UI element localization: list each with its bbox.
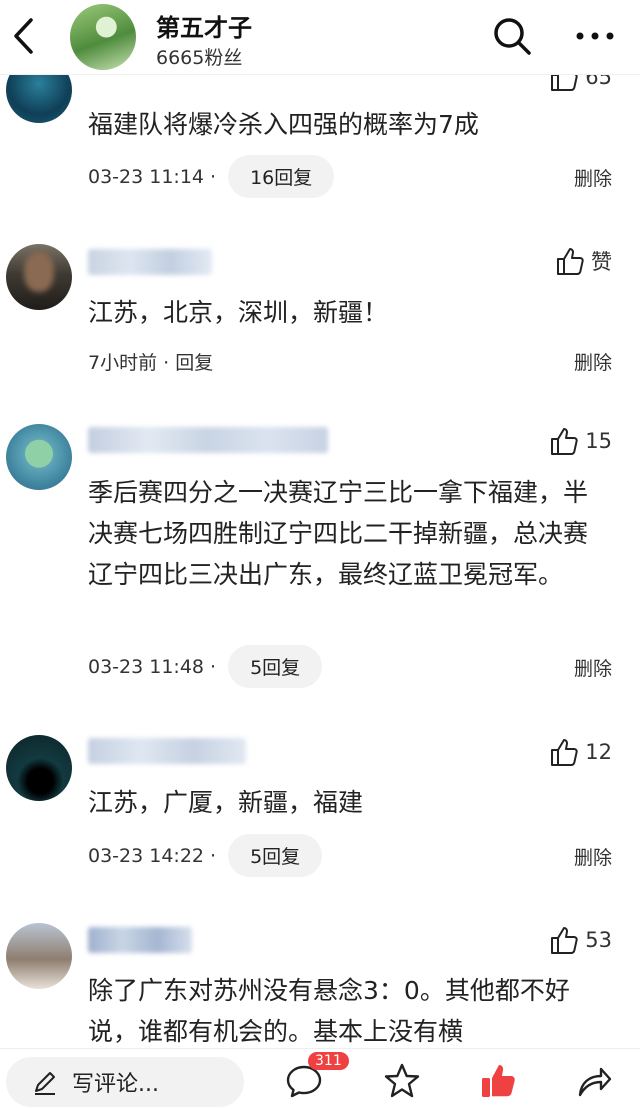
like-button[interactable]: 12 bbox=[549, 737, 612, 767]
comment-time: 03-23 11:48 · bbox=[88, 655, 217, 678]
author-avatar[interactable] bbox=[70, 4, 136, 70]
thumbs-up-icon bbox=[551, 739, 578, 766]
replies-button[interactable]: 5回复 bbox=[228, 834, 323, 877]
comment-meta: 03-23 11:48 · 5回复 bbox=[88, 645, 323, 688]
delete-button[interactable]: 删除 bbox=[574, 164, 612, 191]
search-icon bbox=[494, 18, 531, 55]
more-dots-icon bbox=[576, 32, 614, 40]
thumbs-up-icon bbox=[551, 428, 578, 455]
back-button[interactable] bbox=[4, 16, 44, 56]
like-button[interactable]: 15 bbox=[549, 426, 612, 456]
comment-text: 江苏，北京，深圳，新疆！ bbox=[88, 298, 389, 327]
search-button[interactable] bbox=[490, 14, 534, 58]
commenter-avatar[interactable] bbox=[6, 923, 72, 989]
author-name[interactable]: 第五才子 bbox=[156, 8, 252, 43]
like-label: 赞 bbox=[591, 250, 612, 274]
comment-time-reply[interactable]: 7小时前 · 回复 bbox=[88, 348, 213, 375]
comment-text: 季后赛四分之一决赛辽宁三比一拿下福建，半决赛七场四胜制辽宁四比二干掉新疆，总决赛… bbox=[88, 478, 589, 589]
like-count: 53 bbox=[585, 928, 612, 952]
commenter-avatar[interactable] bbox=[6, 424, 72, 490]
commenter-avatar[interactable] bbox=[6, 735, 72, 801]
delete-button[interactable]: 删除 bbox=[574, 348, 612, 375]
like-count: 15 bbox=[585, 429, 612, 453]
like-button[interactable]: 赞 bbox=[555, 246, 612, 276]
like-button[interactable]: 53 bbox=[549, 925, 612, 955]
like-article-button[interactable] bbox=[476, 1059, 520, 1103]
write-comment-placeholder: 写评论... bbox=[72, 1072, 159, 1097]
pen-icon bbox=[35, 1072, 55, 1095]
more-button[interactable] bbox=[570, 14, 620, 58]
write-comment-input[interactable]: 写评论... bbox=[6, 1057, 244, 1107]
comment-time: 03-23 14:22 · bbox=[88, 844, 217, 867]
comment-meta: 03-23 11:14 · 16回复 bbox=[88, 155, 335, 198]
share-button[interactable] bbox=[572, 1059, 616, 1103]
commenter-name-blurred[interactable] bbox=[88, 927, 192, 953]
commenter-name-blurred[interactable] bbox=[88, 249, 212, 275]
commenter-name-blurred[interactable] bbox=[88, 738, 246, 764]
comment-time: 03-23 11:14 · bbox=[88, 165, 217, 188]
comment-count-badge: 311 bbox=[308, 1052, 349, 1070]
fans-count: 6665粉丝 bbox=[156, 47, 243, 69]
commenter-name-blurred[interactable] bbox=[88, 427, 328, 453]
thumbs-up-icon bbox=[557, 248, 584, 275]
favorite-button[interactable] bbox=[380, 1059, 424, 1103]
comment-text: 江苏，广厦，新疆，福建 bbox=[88, 788, 364, 817]
chevron-left-icon bbox=[14, 18, 33, 54]
replies-button[interactable]: 5回复 bbox=[228, 645, 323, 688]
replies-button[interactable]: 16回复 bbox=[228, 155, 335, 198]
thumbs-up-icon bbox=[551, 927, 578, 954]
comment-text: 除了广东对苏州没有悬念3：0。其他都不好说，谁都有机会的。基本上没有横 bbox=[88, 976, 570, 1046]
thumbs-up-filled-icon bbox=[482, 1065, 515, 1097]
like-count: 12 bbox=[585, 740, 612, 764]
delete-button[interactable]: 删除 bbox=[574, 654, 612, 681]
bottom-bar: 写评论... 311 bbox=[0, 1048, 640, 1109]
comment-text: 福建队将爆冷杀入四强的概率为7成 bbox=[88, 110, 479, 139]
top-bar: 第五才子 6665粉丝 bbox=[0, 0, 640, 75]
commenter-avatar[interactable] bbox=[6, 244, 72, 310]
share-arrow-icon bbox=[578, 1067, 612, 1097]
star-icon bbox=[384, 1063, 420, 1098]
comment-meta: 03-23 14:22 · 5回复 bbox=[88, 834, 323, 877]
delete-button[interactable]: 删除 bbox=[574, 843, 612, 870]
comment-meta: 7小时前 · 回复 bbox=[88, 348, 213, 375]
